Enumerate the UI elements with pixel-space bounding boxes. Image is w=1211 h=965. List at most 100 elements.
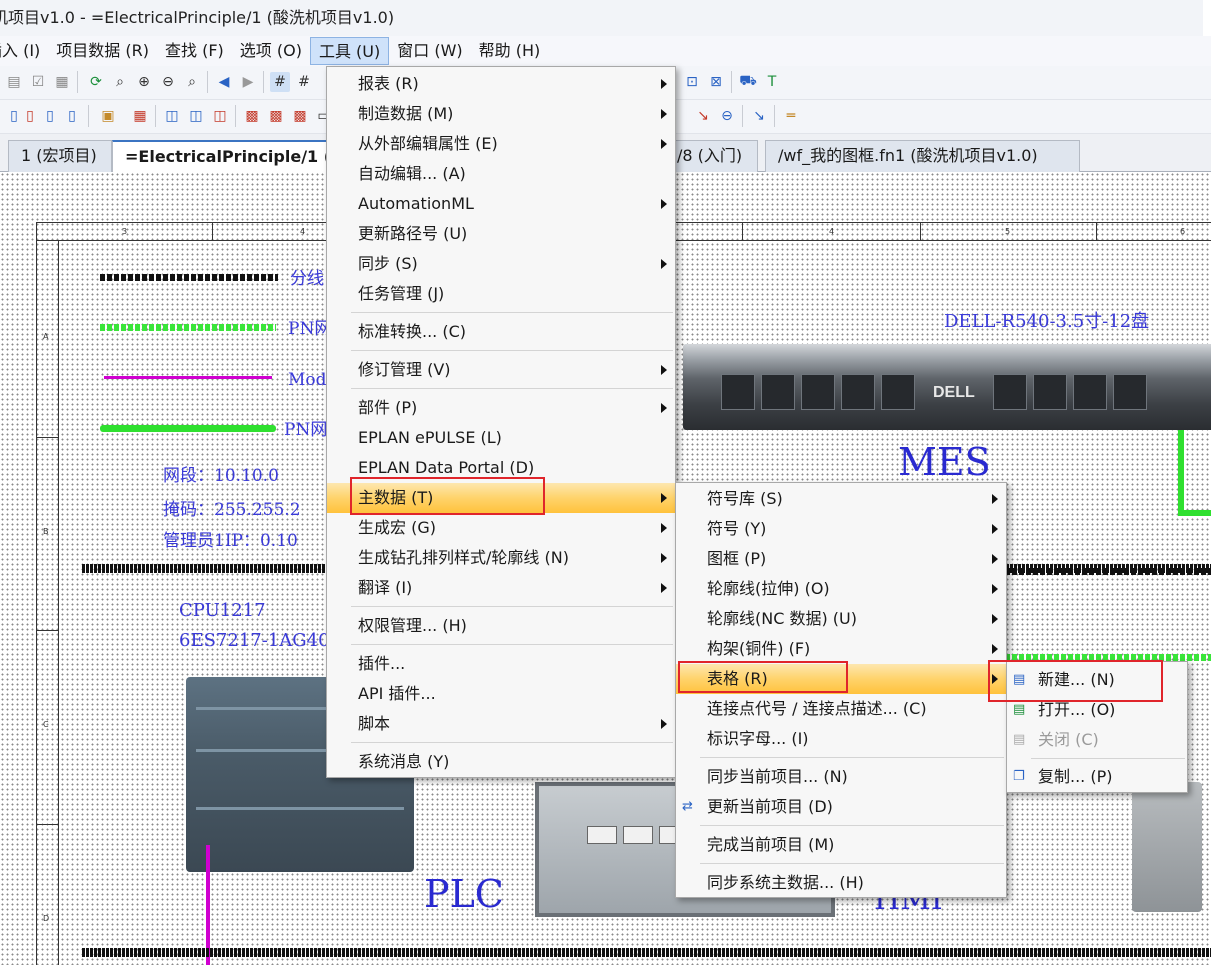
text-icon[interactable]: T — [762, 72, 782, 92]
chevron-right-icon — [992, 614, 998, 624]
menu-window[interactable]: 窗口 (W) — [389, 37, 470, 65]
menu-item-connection-point-designations[interactable]: 连接点代号 / 连接点描述... (C) — [676, 694, 1006, 724]
menu-item-sync[interactable]: 同步 (S) — [327, 249, 675, 279]
cable-icon[interactable]: ═ — [781, 106, 801, 126]
column-number: 5 — [1005, 227, 1011, 236]
menu-item-task-management[interactable]: 任务管理 (J) — [327, 279, 675, 309]
device3-icon[interactable]: ◫ — [210, 106, 230, 126]
page-next-icon[interactable]: ▯ — [62, 106, 82, 126]
menu-item-scripts[interactable]: 脚本 — [327, 709, 675, 739]
menu-item-revision-management[interactable]: 修订管理 (V) — [327, 355, 675, 385]
menu-help[interactable]: 帮助 (H) — [471, 37, 549, 65]
menu-item-update-current-project[interactable]: ⇄ 更新当前项目 (D) — [676, 792, 1006, 822]
node-icon[interactable]: ⊡ — [682, 72, 702, 92]
interrupt-icon[interactable]: ⊖ — [717, 106, 737, 126]
server-image: DELL — [683, 344, 1211, 430]
menu-item-production-data[interactable]: 制造数据 (M) — [327, 99, 675, 129]
check-icon[interactable]: ☑ — [28, 72, 48, 92]
open-form-icon: ▤ — [1013, 702, 1026, 717]
column-number: 4 — [300, 227, 306, 236]
menu-item-copy[interactable]: ❐ 复制... (P) — [1007, 762, 1187, 792]
tab-my-frame[interactable]: /wf_我的图框.fn1 (酸洗机项目v1.0) — [765, 140, 1080, 172]
menu-item-outlines-extruded[interactable]: 轮廓线(拉伸) (O) — [676, 574, 1006, 604]
chevron-right-icon — [661, 259, 667, 269]
menu-item-parts[interactable]: 部件 (P) — [327, 393, 675, 423]
page-properties-icon[interactable]: ▯ — [20, 106, 40, 126]
snap-grid-icon[interactable]: # — [294, 72, 314, 92]
server-logo: DELL — [933, 384, 975, 401]
chevron-right-icon — [661, 493, 667, 503]
zoom-window-icon[interactable]: ⌕ — [110, 72, 130, 92]
menu-separator — [351, 350, 673, 351]
menu-separator — [700, 863, 1004, 864]
chevron-right-icon — [992, 524, 998, 534]
tools-menu: 报表 (R) 制造数据 (M) 从外部编辑属性 (E) 自动编辑... (A) … — [326, 66, 676, 778]
device-icon[interactable]: ◫ — [162, 106, 182, 126]
menu-separator — [1031, 758, 1185, 759]
refresh-icon[interactable]: ⟳ — [86, 72, 106, 92]
menu-item-symbol-libraries[interactable]: 符号库 (S) — [676, 484, 1006, 514]
bottom-divider-line — [82, 948, 1211, 957]
page-prev-icon[interactable]: ▯ — [40, 106, 60, 126]
menu-item-eplan-epulse[interactable]: EPLAN ePULSE (L) — [327, 423, 675, 453]
plug-icon[interactable]: ▩ — [266, 106, 286, 126]
zoom-in-icon[interactable]: ⊕ — [134, 72, 154, 92]
potential-icon[interactable]: ↘ — [693, 106, 713, 126]
select-area-icon[interactable]: ⊠ — [706, 72, 726, 92]
grid-icon[interactable]: ▦ — [52, 72, 72, 92]
menu-item-symbols[interactable]: 符号 (Y) — [676, 514, 1006, 544]
cpu-part-number: 6ES7217-1AG40- — [179, 630, 336, 651]
menu-item-addins[interactable]: 插件... — [327, 649, 675, 679]
menu-item-sync-system-master-data[interactable]: 同步系统主数据... (H) — [676, 868, 1006, 898]
chevron-right-icon — [992, 554, 998, 564]
connector-icon[interactable]: ▩ — [290, 106, 310, 126]
macro-icon[interactable]: ▣ — [98, 106, 118, 126]
network-segment: 网段：10.10.0 — [163, 466, 279, 486]
menu-item-update-path-numbers[interactable]: 更新路径号 (U) — [327, 219, 675, 249]
menu-separator — [351, 388, 673, 389]
back-arrow-icon[interactable]: ◀ — [214, 72, 234, 92]
menu-item-plot-frames[interactable]: 图框 (P) — [676, 544, 1006, 574]
row-letter: C — [43, 720, 49, 729]
row-letter: D — [43, 914, 50, 923]
terminal-icon[interactable]: ▩ — [242, 106, 262, 126]
menu-item-sync-current-project[interactable]: 同步当前项目... (N) — [676, 762, 1006, 792]
zoom-100-icon[interactable]: ⌕ — [182, 72, 202, 92]
menu-item-generate-macros[interactable]: 生成宏 (G) — [327, 513, 675, 543]
chevron-right-icon — [992, 584, 998, 594]
table-icon[interactable]: ▦ — [130, 106, 150, 126]
menu-item-edit-external-properties[interactable]: 从外部编辑属性 (E) — [327, 129, 675, 159]
chevron-right-icon — [661, 583, 667, 593]
print-icon[interactable]: ▤ — [4, 72, 24, 92]
zoom-out-icon[interactable]: ⊖ — [158, 72, 178, 92]
menu-item-standard-conversion[interactable]: 标准转换... (C) — [327, 317, 675, 347]
menu-item-copper-parts[interactable]: 构架(铜件) (F) — [676, 634, 1006, 664]
menu-item-translate[interactable]: 翻译 (I) — [327, 573, 675, 603]
device2-icon[interactable]: ◫ — [186, 106, 206, 126]
menu-tools[interactable]: 工具 (U) — [309, 37, 390, 65]
menu-insert[interactable]: 插入 (I) — [0, 37, 48, 65]
menu-item-auto-edit[interactable]: 自动编辑... (A) — [327, 159, 675, 189]
menu-item-automationml[interactable]: AutomationML — [327, 189, 675, 219]
menu-project-data[interactable]: 项目数据 (R) — [48, 37, 157, 65]
menu-item-close[interactable]: ▤ 关闭 (C) — [1007, 725, 1187, 755]
tab-electrical-principle[interactable]: =ElectricalPrinciple/1 (酸洗机项目v1.0) — [112, 140, 344, 173]
menu-item-api-addins[interactable]: API 插件... — [327, 679, 675, 709]
chevron-right-icon — [661, 719, 667, 729]
menu-item-reports[interactable]: 报表 (R) — [327, 69, 675, 99]
cart-icon[interactable]: ⛟ — [738, 72, 758, 92]
menu-item-identifiers[interactable]: 标识字母... (I) — [676, 724, 1006, 754]
menu-options[interactable]: 选项 (O) — [232, 37, 310, 65]
menu-item-rights-management[interactable]: 权限管理... (H) — [327, 611, 675, 641]
tab-macro-project[interactable]: 1 (宏项目) — [8, 140, 112, 172]
forward-arrow-icon[interactable]: ▶ — [238, 72, 258, 92]
mes-label: MES — [898, 440, 991, 484]
menu-item-outlines-nc[interactable]: 轮廓线(NC 数据) (U) — [676, 604, 1006, 634]
menu-item-system-messages[interactable]: 系统消息 (Y) — [327, 747, 675, 777]
connection-icon[interactable]: ↘ — [749, 106, 769, 126]
chevron-right-icon — [661, 109, 667, 119]
menu-find[interactable]: 查找 (F) — [157, 37, 232, 65]
menu-item-complete-current-project[interactable]: 完成当前项目 (M) — [676, 830, 1006, 860]
grid-toggle-icon[interactable]: # — [270, 72, 290, 92]
menu-item-drilling-pattern[interactable]: 生成钻孔排列样式/轮廓线 (N) — [327, 543, 675, 573]
